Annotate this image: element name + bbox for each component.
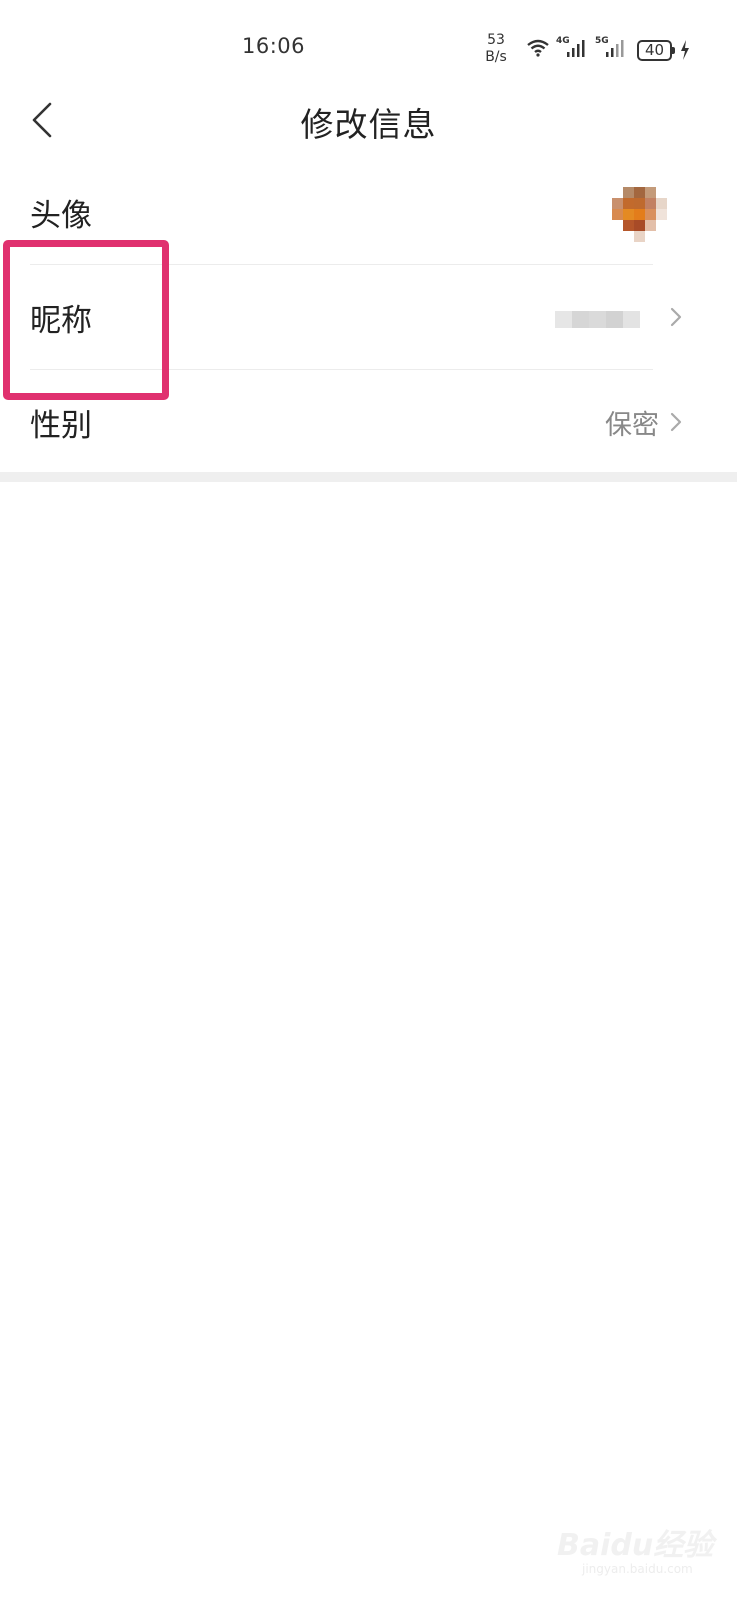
watermark-logo: Baidu经验 (557, 1528, 714, 1563)
nickname-label: 昵称 (30, 303, 92, 339)
profile-list: 头像 昵称 性别 保密 (0, 160, 737, 475)
avatar-row[interactable]: 头像 (0, 160, 737, 265)
gender-label: 性别 (30, 408, 92, 444)
battery-indicator: 40 (637, 40, 675, 61)
avatar (612, 187, 667, 242)
wifi-icon (527, 39, 549, 57)
page-title: 修改信息 (300, 105, 437, 144)
nickname-value-blurred (555, 305, 655, 333)
avatar-label: 头像 (30, 198, 92, 234)
status-time: 16:06 (242, 34, 306, 58)
chevron-right-icon (670, 307, 682, 327)
charging-bolt-icon (681, 40, 689, 60)
network-speed: 53 B/s (478, 32, 514, 66)
chevron-right-icon (670, 412, 682, 432)
signal-bars-icon (567, 40, 585, 57)
gender-row[interactable]: 性别 保密 (0, 370, 737, 475)
signal-bars-icon (606, 40, 624, 57)
watermark-url: jingyan.baidu.com (582, 1562, 693, 1576)
network-speed-value: 53 (487, 32, 505, 48)
status-bar: 16:06 53 B/s 4G 5G 40 (0, 0, 737, 90)
nickname-row[interactable]: 昵称 (0, 265, 737, 370)
gender-value: 保密 (605, 410, 659, 441)
network-speed-unit: B/s (485, 49, 507, 65)
section-divider (0, 472, 737, 482)
nav-bar: 修改信息 (0, 90, 737, 150)
